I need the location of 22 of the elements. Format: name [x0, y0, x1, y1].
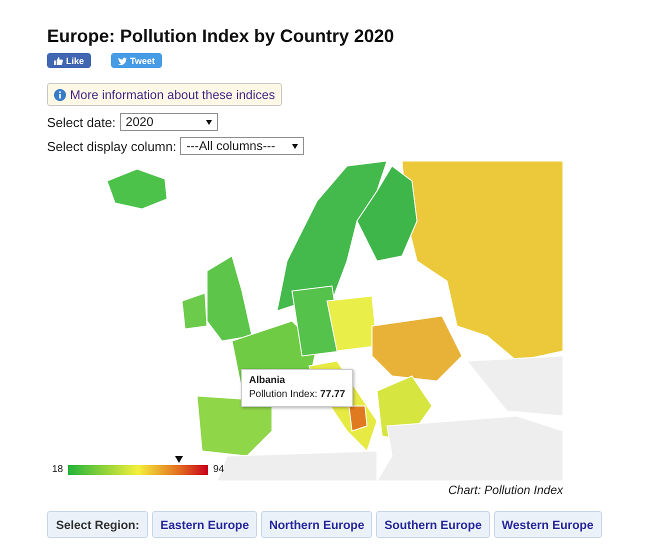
- region-button[interactable]: Northern Europe: [261, 511, 372, 538]
- bird-icon: [118, 56, 128, 64]
- region-button[interactable]: Western Europe: [494, 511, 602, 538]
- info-button[interactable]: More information about these indices: [47, 83, 282, 106]
- select-dropdown[interactable]: ---All columns---: [180, 137, 304, 155]
- caret-icon: [206, 120, 212, 124]
- select-label: Select date:: [47, 114, 116, 130]
- caret-icon: [292, 144, 298, 148]
- legend-max: 94: [213, 464, 224, 475]
- region-label: Select Region:: [47, 511, 148, 538]
- legend-min: 18: [52, 464, 64, 475]
- tooltip-text: Pollution Index: 77.77: [249, 388, 346, 402]
- tooltip-title: Albania: [249, 374, 286, 388]
- region-button[interactable]: Southern Europe: [376, 511, 490, 538]
- select-label: Select display column:: [47, 138, 176, 154]
- page-title: Europe: Pollution Index by Country 2020: [47, 26, 396, 47]
- info-icon: [54, 88, 66, 100]
- region-button[interactable]: Eastern Europe: [152, 511, 258, 538]
- select-dropdown[interactable]: 2020: [120, 113, 218, 131]
- thumbs-up-icon: [54, 56, 63, 64]
- like-button[interactable]: Like: [47, 53, 92, 68]
- chart-caption: Chart: Pollution Index: [447, 483, 563, 497]
